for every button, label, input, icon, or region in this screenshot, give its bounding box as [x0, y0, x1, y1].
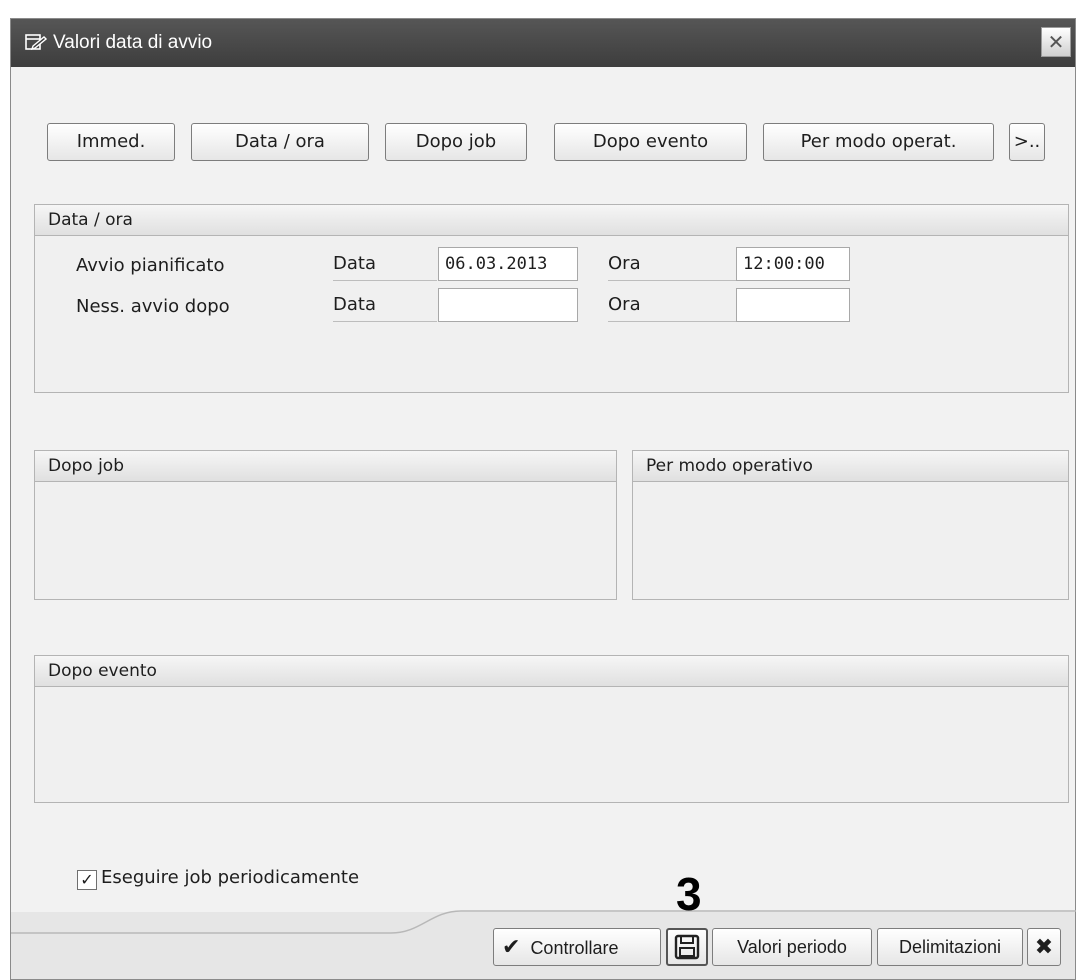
more-button[interactable]: >..	[1009, 123, 1045, 161]
ness-date-input[interactable]	[438, 288, 578, 322]
controllare-label: Controllare	[530, 938, 619, 958]
dopo-evento-group: Dopo evento	[34, 655, 1069, 803]
cancel-icon: ✖	[1034, 934, 1054, 959]
ness-avvio-dopo-label: Ness. avvio dopo	[76, 296, 230, 317]
avvio-date-label: Data	[333, 250, 437, 281]
save-button[interactable]	[666, 928, 708, 966]
dopo-job-group-title: Dopo job	[35, 451, 616, 482]
data-ora-button[interactable]: Data / ora	[191, 123, 369, 161]
per-modo-operativo-group: Per modo operativo	[632, 450, 1069, 600]
avvio-time-label: Ora	[608, 250, 736, 281]
edit-window-icon	[25, 34, 47, 51]
window-title: Valori data di avvio	[53, 32, 213, 53]
step-number-annotation: 3	[676, 868, 702, 920]
dopo-evento-group-title: Dopo evento	[35, 656, 1068, 687]
avvio-pianificato-label: Avvio pianificato	[76, 255, 225, 276]
title-bar: Valori data di avvio ✕	[11, 19, 1075, 67]
avvio-time-input[interactable]: 12:00:00	[736, 247, 850, 281]
periodic-checkbox[interactable]: ✓	[77, 870, 97, 890]
per-modo-operat-button[interactable]: Per modo operat.	[763, 123, 994, 161]
dopo-job-group: Dopo job	[34, 450, 617, 600]
close-window-button[interactable]: ✕	[1041, 27, 1071, 57]
ness-date-label: Data	[333, 291, 437, 322]
data-ora-group-title: Data / ora	[35, 205, 1068, 236]
delimitazioni-button[interactable]: Delimitazioni	[877, 928, 1023, 966]
avvio-date-input[interactable]: 06.03.2013	[438, 247, 578, 281]
dialog-window: Valori data di avvio ✕ Immed. Data / ora…	[10, 18, 1076, 980]
ness-time-label: Ora	[608, 291, 736, 322]
save-icon	[674, 934, 700, 960]
immed-button[interactable]: Immed.	[47, 123, 175, 161]
cancel-button[interactable]: ✖	[1027, 928, 1061, 966]
valori-periodo-button[interactable]: Valori periodo	[712, 928, 872, 966]
controllare-button[interactable]: ✔ Controllare	[493, 928, 661, 966]
close-icon: ✕	[1047, 30, 1065, 54]
dopo-job-button[interactable]: Dopo job	[385, 123, 527, 161]
periodic-checkbox-label: Eseguire job periodicamente	[101, 867, 360, 888]
checkmark-icon: ✔	[502, 934, 521, 959]
dopo-evento-button[interactable]: Dopo evento	[554, 123, 747, 161]
per-modo-operativo-group-title: Per modo operativo	[633, 451, 1068, 482]
ness-time-input[interactable]	[736, 288, 850, 322]
